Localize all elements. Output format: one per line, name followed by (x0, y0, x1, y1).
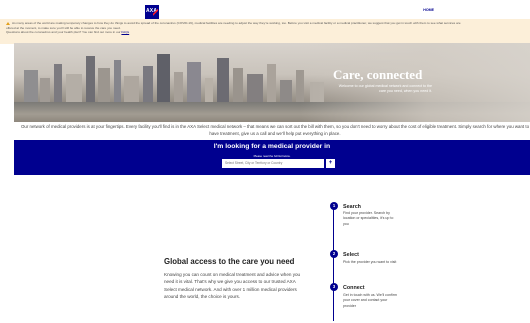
step-description: Find your provider. Search by location o… (343, 211, 394, 226)
finder-hint: Please read the full list below. (253, 154, 291, 158)
city-building (174, 72, 183, 104)
city-building (233, 68, 243, 104)
nav-home-link[interactable]: HOME (423, 8, 434, 12)
city-building (280, 80, 292, 104)
city-building (86, 56, 95, 104)
provider-finder: I'm looking for a medical provider in Pl… (14, 140, 530, 175)
city-building (98, 68, 110, 104)
city-building (40, 78, 50, 104)
city-building (187, 62, 201, 104)
global-access-title: Global access to the care you need (164, 257, 295, 266)
faqs-link[interactable]: FAQs (121, 30, 129, 34)
location-search-input[interactable] (222, 159, 324, 168)
hero-title: Care, connected (333, 67, 423, 82)
city-building (157, 54, 170, 104)
step-title: Select (343, 252, 359, 258)
global-access-body: Knowing you can count on medical treatme… (164, 272, 301, 299)
city-building (114, 60, 121, 104)
search-arrow-icon[interactable]: + (326, 159, 335, 168)
axa-logo[interactable]: AXA (145, 5, 159, 19)
city-building (217, 58, 229, 104)
step-number: 3 (330, 283, 338, 291)
step-description: Get in touch with us. We'll confirm your… (343, 293, 397, 308)
hero-subtitle: Welcome to our global medical network an… (338, 84, 432, 93)
intro-text: Our network of medical providers is at y… (20, 124, 530, 136)
covid-notice-banner: As many areas of the world are making te… (0, 19, 530, 44)
notice-text-1: As many areas of the world are making te… (12, 21, 461, 25)
city-building (124, 76, 139, 104)
steps-timeline (333, 204, 335, 321)
city-building (205, 78, 213, 104)
step-title: Connect (343, 285, 365, 291)
city-building (267, 64, 276, 104)
step-number: 2 (330, 250, 338, 258)
city-building (24, 70, 38, 104)
hero-banner (14, 43, 530, 122)
step-description: Pick the provider you want to visit (343, 260, 397, 264)
step-number: 1 (330, 202, 338, 210)
logo-text: AXA (146, 8, 158, 14)
city-building (143, 66, 153, 104)
city-building (54, 64, 62, 104)
finder-title: I'm looking for a medical provider in (213, 143, 331, 150)
step-title: Search (343, 204, 361, 210)
city-building (247, 74, 263, 104)
notice-text-3: Questions about the coronavirus and your… (6, 30, 121, 35)
city-building (66, 74, 82, 104)
warning-icon (6, 21, 10, 25)
